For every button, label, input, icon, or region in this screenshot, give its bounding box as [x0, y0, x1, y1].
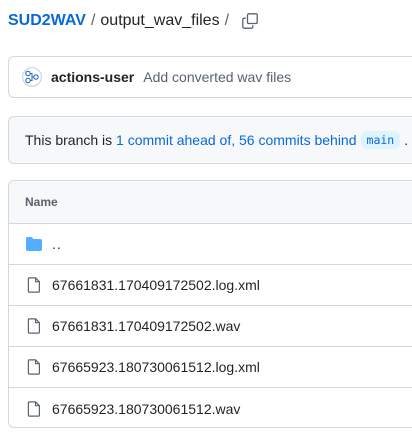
file-icon [26, 277, 42, 293]
file-row[interactable]: 67665923.180730061512.log.xml [9, 347, 412, 388]
actions-user-avatar[interactable] [22, 67, 42, 87]
parent-directory-row[interactable]: .. [9, 224, 412, 265]
file-icon [26, 359, 42, 375]
file-name-link[interactable]: 67665923.180730061512.wav [52, 401, 240, 417]
commit-message[interactable]: Add converted wav files [143, 69, 291, 85]
file-row[interactable]: 67661831.170409172502.log.xml [9, 265, 412, 306]
file-table: Name .. 67661831.170409172502.log.xml 67… [8, 180, 412, 428]
breadcrumb-current-folder: output_wav_files [100, 12, 220, 29]
breadcrumb: SUD2WAV / output_wav_files / [8, 10, 258, 32]
folder-icon [26, 236, 42, 252]
file-table-header: Name [9, 181, 412, 224]
file-name-link[interactable]: 67665923.180730061512.log.xml [52, 359, 260, 375]
file-name-link[interactable]: 67661831.170409172502.log.xml [52, 277, 260, 293]
file-row[interactable]: 67661831.170409172502.wav [9, 306, 412, 347]
branch-status-banner: This branch is 1 commit ahead of, 56 com… [8, 116, 412, 164]
file-icon [26, 400, 42, 417]
breadcrumb-separator: / [90, 12, 96, 29]
commits-behind-link[interactable]: 56 commits behind [239, 132, 357, 148]
branch-label-main[interactable]: main [360, 131, 401, 149]
breadcrumb-trailing-separator: / [224, 12, 230, 29]
file-name-link[interactable]: 67661831.170409172502.wav [52, 318, 240, 334]
file-row[interactable]: 67665923.180730061512.wav [9, 388, 412, 427]
breadcrumb-repo-link[interactable]: SUD2WAV [8, 12, 86, 30]
latest-commit-bar: actions-user Add converted wav files [8, 56, 412, 98]
parent-directory-link[interactable]: .. [52, 236, 62, 252]
commits-ahead-link[interactable]: 1 commit ahead of, [116, 132, 235, 148]
file-icon [26, 318, 42, 334]
copy-icon[interactable] [242, 13, 258, 29]
column-header-name: Name [25, 195, 58, 209]
branch-status-suffix: . [404, 132, 409, 148]
commit-author[interactable]: actions-user [51, 69, 134, 85]
branch-status-prefix: This branch is [25, 132, 117, 148]
